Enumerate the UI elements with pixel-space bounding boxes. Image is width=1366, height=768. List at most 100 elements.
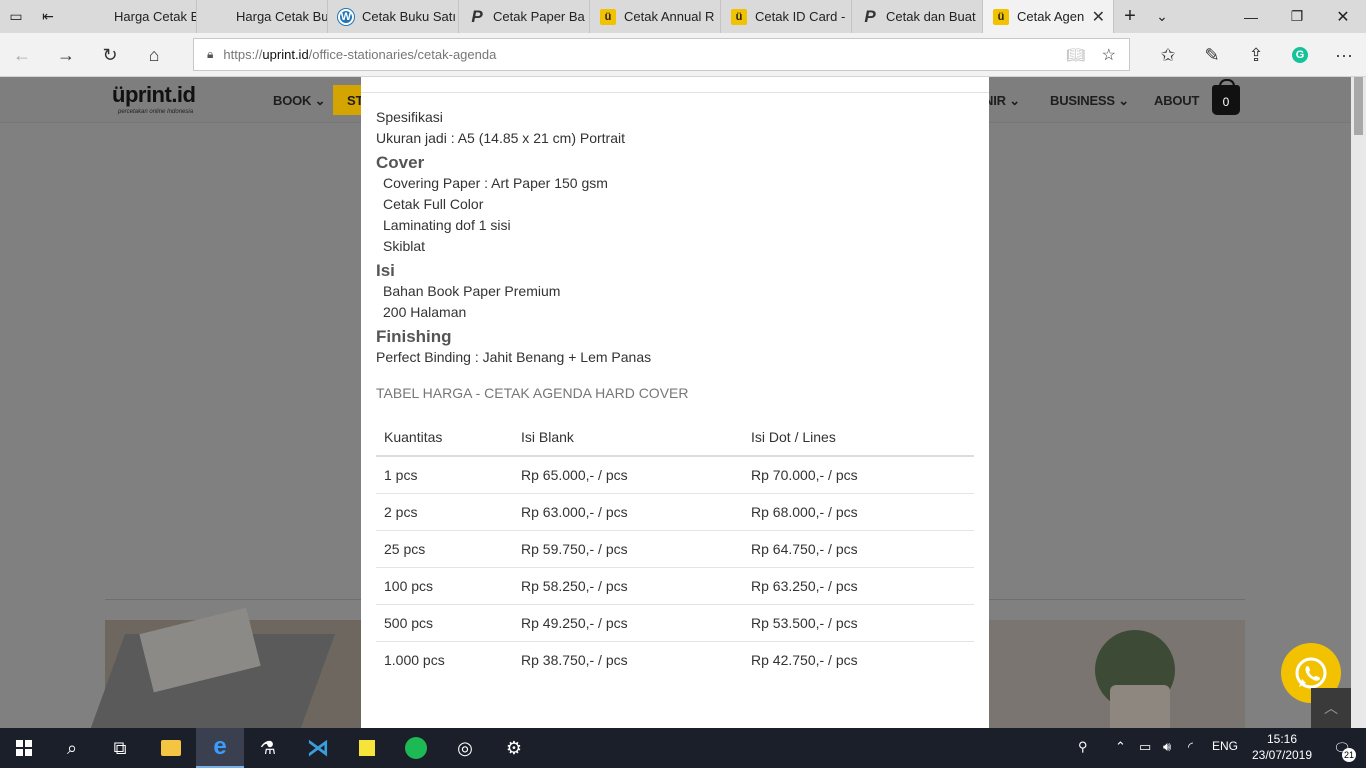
menu-business[interactable]: BUSINESS ⌄ xyxy=(1050,93,1129,109)
forward-icon[interactable]: → xyxy=(46,33,86,77)
more-icon[interactable]: ··· xyxy=(1324,33,1364,77)
cell-price-dot: Rp 53.500,- / pcs xyxy=(743,604,974,642)
browser-tab[interactable]: ü Cetak Annual R xyxy=(590,0,721,33)
start-windows-icon[interactable] xyxy=(0,728,48,768)
browser-tab-active[interactable]: ü Cetak Agen ✕ xyxy=(983,0,1114,33)
menu-book[interactable]: BOOK ⌄ xyxy=(273,93,326,109)
modal-divider xyxy=(361,92,989,93)
new-tab-icon[interactable]: + xyxy=(1114,0,1146,33)
scrollbar-thumb[interactable] xyxy=(1354,77,1363,135)
browser-tab[interactable]: W Cetak Buku Satı xyxy=(328,0,459,33)
clock-date: 23/07/2019 xyxy=(1251,748,1313,762)
people-icon[interactable]: ⚲ xyxy=(1078,739,1088,755)
tab-label: Cetak Annual R xyxy=(624,9,715,24)
chevron-down-icon[interactable]: ⌄ xyxy=(1146,0,1178,33)
spotify-icon[interactable] xyxy=(392,728,440,768)
notification-count: 21 xyxy=(1342,748,1356,762)
set-aside-tabs-icon[interactable]: ⇤ xyxy=(32,0,64,33)
url-domain: uprint.id xyxy=(262,47,309,62)
whatsapp-icon xyxy=(1295,657,1327,689)
cell-quantity: 500 pcs xyxy=(376,604,513,642)
task-view-icon[interactable]: ⧉ xyxy=(96,728,144,768)
favorites-list-icon[interactable]: ✩ xyxy=(1148,33,1188,77)
system-clock[interactable]: 15:16 23/07/2019 xyxy=(1246,731,1318,763)
back-to-top-button[interactable]: ︿ xyxy=(1311,688,1351,728)
site-logo[interactable]: üprint.id xyxy=(112,82,196,108)
isi-item: Bahan Book Paper Premium xyxy=(383,283,561,299)
file-explorer-icon[interactable] xyxy=(147,728,195,768)
sticky-notes-icon[interactable] xyxy=(343,728,391,768)
cell-price-dot: Rp 42.750,- / pcs xyxy=(751,651,858,668)
cell-quantity: 1.000 pcs xyxy=(384,651,445,668)
browser-tab[interactable]: Harga Cetak Bu xyxy=(197,0,328,33)
restore-icon[interactable]: ❐ xyxy=(1274,0,1320,33)
tab-label: Harga Cetak Bu xyxy=(236,9,327,24)
home-icon[interactable]: ⌂ xyxy=(134,33,174,77)
finishing-text: Perfect Binding : Jahit Benang + Lem Pan… xyxy=(376,349,652,365)
tab-label: Cetak Paper Ba xyxy=(493,9,585,24)
browser-tab-bar: ▭ ⇤ Harga Cetak Bu Harga Cetak Bu W Ceta… xyxy=(0,0,1366,33)
uprint-icon: ü xyxy=(993,8,1009,25)
url-bar[interactable]: 🔒︎ https://uprint.id/office-stationaries… xyxy=(193,38,1130,71)
menu-stationaries[interactable]: ST xyxy=(333,85,364,115)
table-row: 2 pcs Rp 63.000,- / pcs Rp 68.000,- / pcs xyxy=(376,493,974,531)
menu-souvenir[interactable]: NIR ⌄ xyxy=(984,93,1020,109)
pen-icon[interactable]: ✎ xyxy=(1192,33,1232,77)
action-center-icon[interactable]: 🗨︎ 21 xyxy=(1318,728,1366,768)
cover-item: Laminating dof 1 sisi xyxy=(383,217,511,233)
url-text[interactable]: https://uprint.id/office-stationaries/ce… xyxy=(223,47,496,62)
cell-price-blank: Rp 58.250,- / pcs xyxy=(513,567,743,605)
minimize-icon[interactable]: — xyxy=(1228,0,1274,33)
browser-tab[interactable]: P Cetak Paper Ba xyxy=(459,0,590,33)
cell-quantity: 100 pcs xyxy=(376,567,513,605)
table-row: 1.000 pcs Rp 38.750,- / pcs Rp 42.750,- / … xyxy=(376,641,974,678)
app-icon[interactable]: ⚗︎ xyxy=(244,728,292,768)
p-letter-icon: P xyxy=(864,6,876,26)
isi-item: 200 Halaman xyxy=(383,304,467,320)
pot-shape xyxy=(1110,685,1170,728)
cell-quantity: 1 pcs xyxy=(376,456,513,494)
vscode-icon[interactable]: ⋊ xyxy=(294,728,342,768)
close-window-icon[interactable]: ✕ xyxy=(1320,0,1366,33)
language-indicator[interactable]: ENG xyxy=(1212,739,1238,753)
table-row: 25 pcs Rp 59.750,- / pcs Rp 64.750,- / pcs xyxy=(376,530,974,568)
edge-browser-icon[interactable]: e xyxy=(196,728,244,768)
cell-price-blank: Rp 59.750,- / pcs xyxy=(513,530,743,568)
cover-heading: Cover xyxy=(376,153,425,172)
favorite-star-icon[interactable]: ☆ xyxy=(1102,45,1116,65)
refresh-icon[interactable]: ↻ xyxy=(90,33,130,77)
grammarly-icon[interactable]: G xyxy=(1280,33,1320,77)
settings-gear-icon[interactable]: ⚙ xyxy=(490,728,538,768)
share-icon[interactable]: ⇪ xyxy=(1236,33,1276,77)
battery-icon[interactable]: ▭ xyxy=(1139,739,1151,755)
tab-label: Cetak ID Card - xyxy=(755,9,846,24)
col-header-dot-lines: Isi Dot / Lines xyxy=(743,418,974,457)
browser-tab[interactable]: P Cetak dan Buat xyxy=(852,0,983,33)
cell-price-blank: Rp 63.000,- / pcs xyxy=(513,493,743,531)
price-table-title: TABEL HARGA - CETAK AGENDA HARD COVER xyxy=(376,385,689,401)
uprint-icon: ü xyxy=(731,8,747,25)
table-row: 500 pcs Rp 49.250,- / pcs Rp 53.500,- / pc… xyxy=(376,604,974,642)
p-letter-icon: P xyxy=(471,6,483,26)
cell-quantity: 25 pcs xyxy=(376,530,513,568)
back-icon[interactable]: ← xyxy=(2,33,42,77)
cell-price-blank: Rp 38.750,- / pcs xyxy=(521,651,628,668)
reading-view-icon[interactable]: 📖︎ xyxy=(1066,46,1085,64)
site-tagline: percetakan online Indonesia xyxy=(118,109,194,115)
table-row: 1 pcs Rp 65.000,- / pcs Rp 70.000,- / pcs xyxy=(376,456,974,494)
cell-price-blank: Rp 65.000,- / pcs xyxy=(513,456,743,494)
close-tab-icon[interactable]: ✕ xyxy=(1092,7,1105,27)
product-detail-modal: Spesifikasi Ukuran jadi : A5 (14.85 x 21… xyxy=(361,77,989,728)
volume-icon[interactable]: 🔊︎ xyxy=(1163,739,1171,755)
tab-actions-icon[interactable]: ▭ xyxy=(0,0,32,33)
media-player-icon[interactable]: ◎ xyxy=(441,728,489,768)
menu-about[interactable]: ABOUT xyxy=(1154,93,1199,108)
chevron-up-icon[interactable]: ⌃ xyxy=(1115,739,1126,755)
cart-icon[interactable]: 0 xyxy=(1212,79,1240,115)
wifi-icon[interactable]: ◜ xyxy=(1188,739,1193,755)
page-scrollbar[interactable] xyxy=(1351,77,1366,728)
browser-tab[interactable]: Harga Cetak Bu xyxy=(64,0,197,33)
browser-tab[interactable]: ü Cetak ID Card - xyxy=(721,0,852,33)
search-icon[interactable]: ⌕ xyxy=(48,728,96,768)
cart-count: 0 xyxy=(1222,95,1230,109)
